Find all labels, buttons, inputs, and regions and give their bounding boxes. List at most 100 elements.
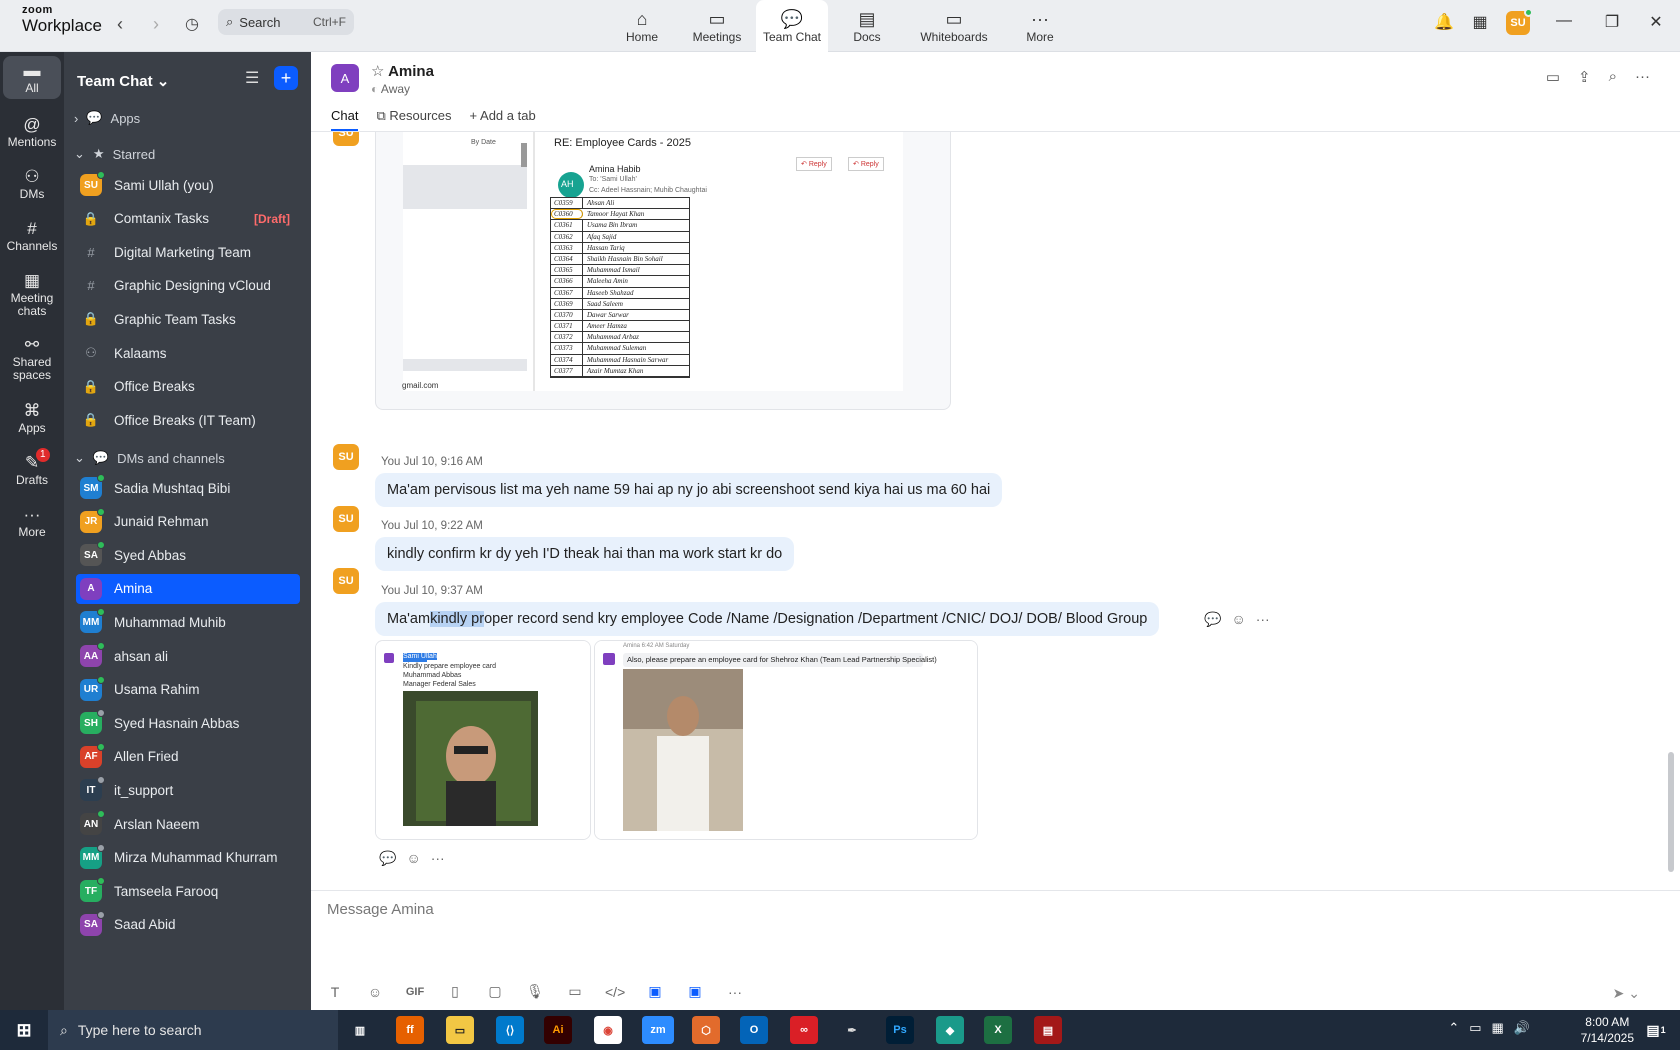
reply-icon[interactable]: 💬: [1204, 611, 1221, 628]
creative-cloud-icon[interactable]: ∞: [790, 1016, 818, 1044]
search-icon[interactable]: ⌕: [1609, 68, 1617, 86]
share-screen-icon[interactable]: ⇪: [1578, 68, 1591, 86]
more-icon[interactable]: ···: [1635, 68, 1650, 86]
bell-icon[interactable]: 🔔: [1430, 12, 1458, 32]
text-format-icon[interactable]: T: [325, 984, 345, 1000]
photoshop-icon[interactable]: Ps: [886, 1016, 914, 1044]
app-icon-1[interactable]: ▣: [645, 983, 665, 1000]
image-attachment-2[interactable]: Amina 6:42 AM Saturday Also, please prep…: [594, 640, 978, 840]
back-icon[interactable]: ‹: [108, 12, 132, 36]
sidebar-item[interactable]: MM Mirza Muhammad Khurram: [76, 843, 300, 873]
contact-avatar[interactable]: A: [331, 64, 359, 92]
calendar-icon[interactable]: ▦: [1466, 12, 1494, 32]
taskbar-clock[interactable]: 8:00 AM 7/14/2025: [1581, 1014, 1634, 1046]
message-bubble[interactable]: Ma'am kindly pr oper record send kry emp…: [375, 602, 1160, 636]
tab-meetings[interactable]: ▭ Meetings: [681, 0, 753, 52]
sidebar-item[interactable]: AN Arslan Naeem: [76, 809, 300, 839]
file-explorer-icon[interactable]: ▭: [446, 1016, 474, 1044]
section-apps[interactable]: › 💬 Apps: [74, 110, 140, 126]
chevron-up-icon[interactable]: ⌃: [1448, 1020, 1459, 1036]
taskbar-search[interactable]: ⌕ Type here to search: [48, 1010, 338, 1050]
sidebar-item[interactable]: UR Usama Rahim: [76, 675, 300, 705]
app-diamond-icon[interactable]: ◆: [936, 1016, 964, 1044]
tab-team-chat[interactable]: 💬 Team Chat: [756, 0, 828, 52]
star-outline-icon[interactable]: ☆: [371, 63, 384, 80]
tab-chat[interactable]: Chat: [331, 108, 359, 131]
file-icon[interactable]: ▯: [445, 983, 465, 1000]
code-icon[interactable]: </>: [605, 984, 625, 1000]
image-attachment-1[interactable]: Sami Ullah Kindly prepare employee card …: [375, 640, 591, 840]
rail-channels[interactable]: # Channels: [3, 218, 61, 253]
sidebar-item[interactable]: ⚇ Kalaams: [76, 338, 300, 368]
zoom-app-icon[interactable]: zm: [642, 1016, 674, 1044]
sidebar-item[interactable]: SA Saad Abid: [76, 910, 300, 940]
more-icon[interactable]: ···: [1256, 611, 1270, 628]
pen-tool-icon[interactable]: ✒: [838, 1016, 866, 1044]
video-clip-icon[interactable]: ▭: [565, 983, 585, 1000]
rail-shared-spaces[interactable]: ⚯ Shared spaces: [3, 334, 61, 382]
sidebar-item[interactable]: 🔒 Office Breaks (IT Team): [76, 405, 300, 435]
global-search[interactable]: ⌕ Search Ctrl+F: [218, 9, 354, 35]
tab-more[interactable]: ··· More: [1004, 0, 1076, 52]
rail-drafts[interactable]: ✎ 1 Drafts: [3, 448, 61, 487]
sidebar-item[interactable]: AA ahsan ali: [76, 641, 300, 671]
message-bubble[interactable]: Ma'am pervisous list ma yeh name 59 hai …: [375, 473, 1003, 507]
sidebar-item[interactable]: A Amina: [76, 573, 300, 604]
more-icon[interactable]: ···: [725, 984, 745, 1000]
rail-apps[interactable]: ⌘ Apps: [3, 400, 61, 435]
forward-icon[interactable]: ›: [144, 12, 168, 36]
message-avatar[interactable]: SU: [333, 506, 359, 532]
sidebar-item[interactable]: # Digital Marketing Team: [76, 237, 300, 267]
chat-scrollbar[interactable]: [1668, 752, 1674, 872]
tab-resources[interactable]: ⧉ Resources: [376, 108, 451, 131]
rail-mentions[interactable]: @ Mentions: [3, 114, 61, 149]
section-dms[interactable]: ⌄ 💬 DMs and channels: [74, 450, 225, 466]
sidebar-item[interactable]: SA Syed Abbas: [76, 540, 300, 570]
emoji-icon[interactable]: ☺: [406, 850, 420, 867]
more-icon[interactable]: ···: [431, 850, 445, 867]
sidebar-item[interactable]: 🔒 Comtanix Tasks [Draft]: [76, 204, 300, 234]
new-chat-button[interactable]: +: [274, 66, 298, 90]
mic-icon[interactable]: 🎙: [525, 983, 545, 1000]
outlook-icon[interactable]: O: [740, 1016, 768, 1044]
reply-icon[interactable]: 💬: [379, 850, 396, 867]
windows-start-icon[interactable]: ⊞: [10, 1016, 38, 1044]
section-starred[interactable]: ⌄ ★ Starred: [74, 146, 155, 162]
tab-home[interactable]: ⌂ Home: [606, 0, 678, 52]
video-icon[interactable]: ▭: [1546, 68, 1560, 86]
volume-icon[interactable]: 🔊: [1514, 1020, 1530, 1036]
chrome-icon[interactable]: ◉: [594, 1016, 622, 1044]
sidebar-item[interactable]: # Graphic Designing vCloud: [76, 271, 300, 301]
rail-more[interactable]: ··· More: [3, 504, 61, 539]
notification-icon[interactable]: ▤ 1: [1642, 1016, 1670, 1044]
filter-icon[interactable]: ☰: [245, 68, 259, 88]
rail-dms[interactable]: ⚇ DMs: [3, 166, 61, 201]
message-input[interactable]: Message Amina: [327, 901, 434, 918]
excel-icon[interactable]: X: [984, 1016, 1012, 1044]
sidebar-item[interactable]: 🔒 Graphic Team Tasks: [76, 304, 300, 334]
message-avatar[interactable]: SU: [333, 132, 359, 146]
emoji-icon[interactable]: ☺: [365, 984, 385, 1000]
sidebar-item[interactable]: SU Sami Ullah (you): [76, 170, 300, 200]
message-avatar[interactable]: SU: [333, 444, 359, 470]
winrar-icon[interactable]: ▤: [1034, 1016, 1062, 1044]
screenshot-icon[interactable]: ▢: [485, 983, 505, 1000]
maximize-icon[interactable]: ❐: [1598, 12, 1626, 32]
emoji-icon[interactable]: ☺: [1231, 611, 1245, 628]
sidebar-item[interactable]: SH Syed Hasnain Abbas: [76, 708, 300, 738]
sidebar-item[interactable]: TF Tamseela Farooq: [76, 876, 300, 906]
task-view-icon[interactable]: ▥: [346, 1016, 374, 1044]
sidebar-item[interactable]: IT it_support: [76, 775, 300, 805]
sidebar-item[interactable]: AF Allen Fried: [76, 742, 300, 772]
sidebar-item[interactable]: SM Sadia Mushtaq Bibi: [76, 473, 300, 503]
gif-icon[interactable]: GIF: [405, 986, 425, 998]
message-avatar[interactable]: SU: [333, 568, 359, 594]
sidebar-title[interactable]: Team Chat ⌄: [77, 72, 169, 90]
network-icon[interactable]: ▦: [1492, 1020, 1504, 1036]
rail-all[interactable]: ▬ All: [3, 56, 61, 99]
send-icon[interactable]: ➤ ⌄: [1613, 985, 1640, 1002]
sidebar-item[interactable]: MM Muhammad Muhib: [76, 607, 300, 637]
message-bubble[interactable]: kindly confirm kr dy yeh I'D theak hai t…: [375, 537, 795, 571]
sidebar-item[interactable]: 🔒 Office Breaks: [76, 372, 300, 402]
tab-add[interactable]: + Add a tab: [470, 108, 536, 131]
